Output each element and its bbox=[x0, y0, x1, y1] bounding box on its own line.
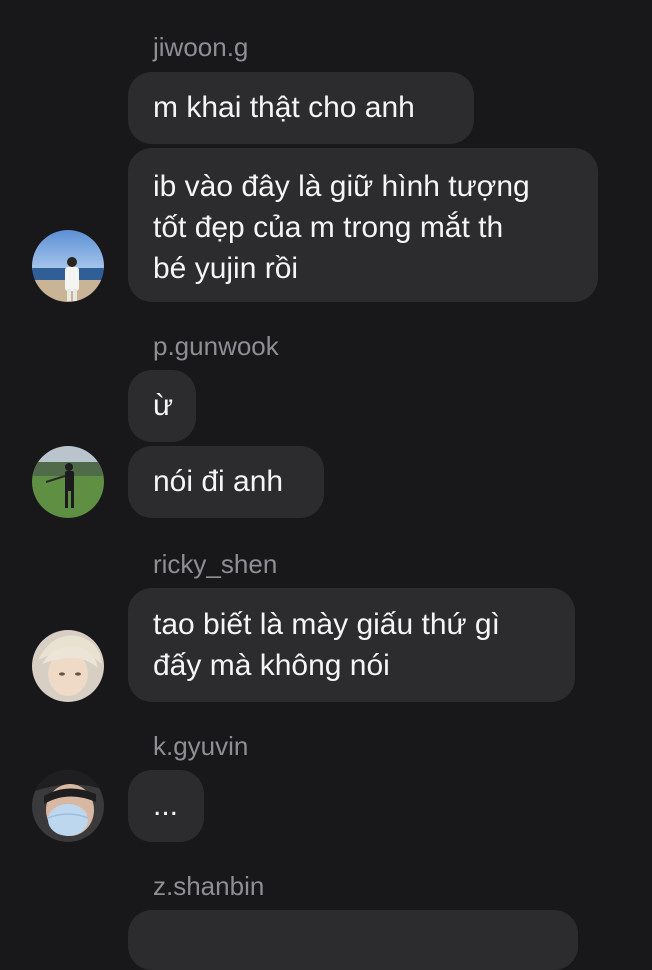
message-text-line: tốt đẹp của m trong mắt th bbox=[153, 211, 504, 244]
avatar[interactable] bbox=[32, 446, 104, 518]
avatar-image bbox=[32, 630, 104, 702]
sender-name[interactable]: z.shanbin bbox=[153, 871, 264, 901]
message-text: ... bbox=[153, 789, 179, 822]
sender-name[interactable]: k.gyuvin bbox=[153, 731, 248, 761]
sender-name[interactable]: p.gunwook bbox=[153, 331, 279, 361]
message-bubble[interactable]: ... bbox=[128, 770, 204, 842]
message-bubble[interactable]: ib vào đây là giữ hình tượng tốt đẹp của… bbox=[128, 148, 598, 302]
message-text-line: ib vào đây là giữ hình tượng bbox=[153, 170, 530, 203]
message-text-line: bé yujin rồi bbox=[153, 252, 299, 285]
avatar-image bbox=[32, 230, 104, 302]
message-text: nói đi anh bbox=[153, 465, 284, 498]
avatar[interactable] bbox=[32, 770, 104, 842]
avatar-image bbox=[32, 446, 104, 518]
message-bubble[interactable]: ừ bbox=[128, 370, 196, 442]
avatar[interactable] bbox=[32, 630, 104, 702]
message-text-line: đấy mà không nói bbox=[153, 649, 390, 682]
message-text-line: tao biết là mày giấu thứ gì bbox=[153, 608, 500, 641]
message-bubble[interactable]: m khai thật cho anh bbox=[128, 72, 474, 144]
sender-name[interactable]: ricky_shen bbox=[153, 549, 277, 579]
avatar-image bbox=[32, 770, 104, 842]
sender-name[interactable]: jiwoon.g bbox=[153, 32, 248, 62]
message-bubble[interactable]: nói đi anh bbox=[128, 446, 324, 518]
message-bubble[interactable] bbox=[128, 910, 578, 970]
avatar[interactable] bbox=[32, 230, 104, 302]
message-text: m khai thật cho anh bbox=[153, 91, 415, 124]
message-bubble[interactable]: tao biết là mày giấu thứ gì đấy mà không… bbox=[128, 588, 575, 702]
message-text: ừ bbox=[153, 389, 174, 422]
